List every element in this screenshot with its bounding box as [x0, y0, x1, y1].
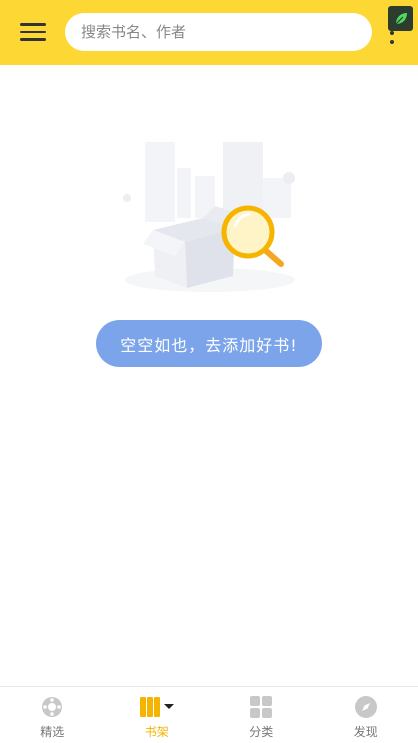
tab-categories[interactable]: 分类	[209, 687, 314, 743]
search-box[interactable]	[65, 13, 372, 51]
tab-featured-label: 精选	[40, 725, 65, 739]
hamburger-menu-icon[interactable]	[20, 20, 46, 44]
empty-box-magnifier-illustration	[115, 130, 305, 300]
tab-categories-label: 分类	[249, 725, 274, 739]
add-books-button[interactable]: 空空如也，去添加好书!	[96, 320, 322, 367]
bottom-nav: 精选 书架 分类 发现	[0, 686, 418, 743]
tab-discover[interactable]: 发现	[314, 687, 418, 743]
tab-bookshelf[interactable]: 书架	[105, 687, 210, 743]
top-bar	[0, 0, 418, 65]
gear-flower-icon	[40, 695, 64, 719]
tab-discover-label: 发现	[353, 725, 378, 739]
tab-featured[interactable]: 精选	[0, 687, 105, 743]
leaf-icon[interactable]	[388, 6, 413, 31]
grid-icon	[249, 695, 273, 719]
search-input[interactable]	[65, 13, 372, 51]
books-icon	[138, 695, 176, 719]
tab-bookshelf-label: 书架	[144, 725, 169, 739]
compass-icon	[354, 695, 378, 719]
